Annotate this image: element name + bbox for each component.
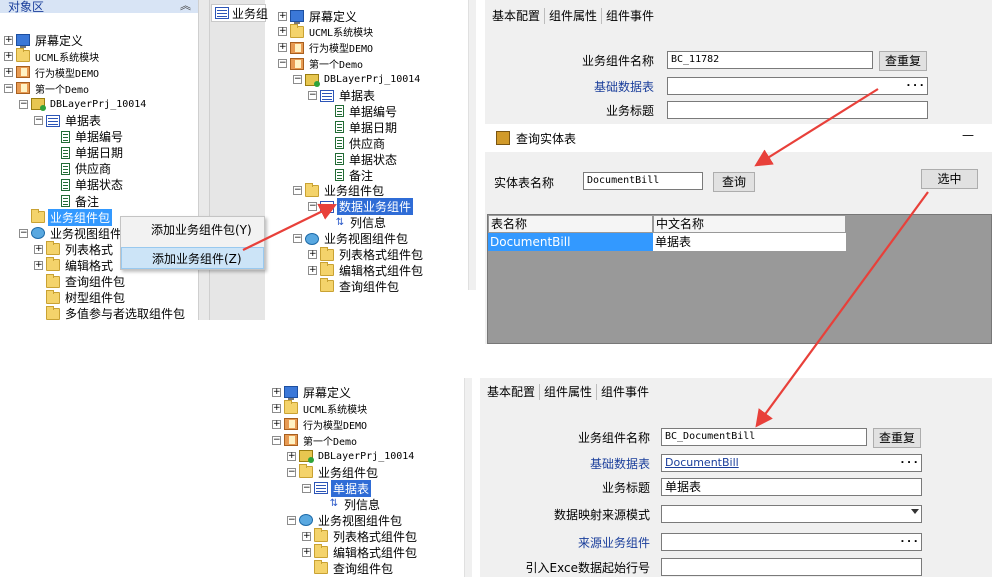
arrow-menu-to-tree <box>242 203 337 251</box>
arrow-field-to-dialog <box>754 88 879 167</box>
annotation-arrows <box>242 88 929 428</box>
arrow-select-to-result <box>755 191 929 428</box>
